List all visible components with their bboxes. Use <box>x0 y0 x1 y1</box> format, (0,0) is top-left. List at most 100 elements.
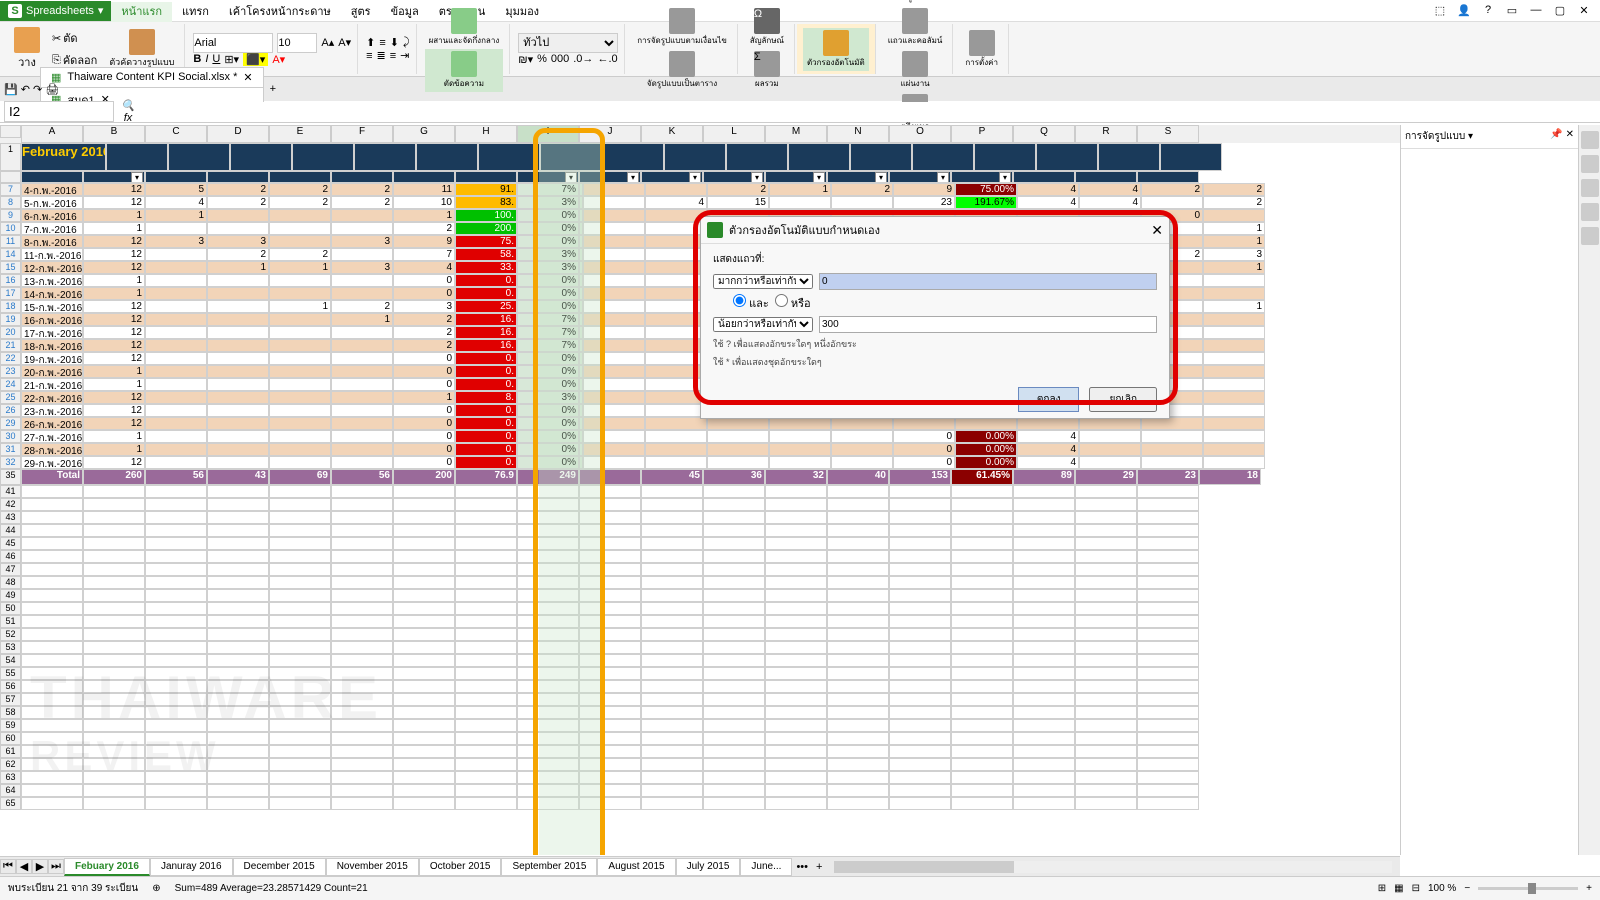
align-right-icon[interactable]: ≡ <box>390 50 396 62</box>
row-header-10[interactable]: 10 <box>0 222 21 235</box>
row-header-29[interactable]: 29 <box>0 417 21 430</box>
filter-val1-input[interactable] <box>819 273 1157 290</box>
cell[interactable]: 29-ก.พ.-2016 <box>21 456 83 469</box>
row-header-32[interactable]: 32 <box>0 456 21 469</box>
row-header-18[interactable]: 18 <box>0 300 21 313</box>
name-box[interactable] <box>4 101 114 122</box>
sheet-tab-8[interactable]: June... <box>740 858 792 876</box>
sidetool-icon-2[interactable] <box>1581 155 1599 173</box>
col-header-A[interactable]: A <box>21 125 83 143</box>
rowcol-button[interactable]: แถวและคอลัมน์ <box>884 6 947 49</box>
cell[interactable]: 27-ก.พ.-2016 <box>21 430 83 443</box>
row-header-30[interactable]: 30 <box>0 430 21 443</box>
format-painter-button[interactable]: ตัวคัดวางรูปแบบ <box>105 27 178 71</box>
title-cell[interactable]: February 2016 <box>21 143 106 171</box>
zoom-slider[interactable] <box>1478 887 1578 890</box>
filter-dropdown-icon[interactable]: ▾ <box>689 172 701 183</box>
cell[interactable]: 26-ก.พ.-2016 <box>21 417 83 430</box>
underline-button[interactable]: U <box>212 53 220 65</box>
col-header-G[interactable]: G <box>393 125 455 143</box>
row-header-7[interactable]: 7 <box>0 183 21 196</box>
sidepanel-pin-icon[interactable]: 📌 ✕ <box>1550 129 1574 144</box>
cell[interactable]: 13-ก.พ.-2016 <box>21 274 83 287</box>
paste-button[interactable]: วาง <box>10 25 44 73</box>
row-header-17[interactable]: 17 <box>0 287 21 300</box>
align-bot-icon[interactable]: ⬇ <box>390 36 399 49</box>
col-header-L[interactable]: L <box>703 125 765 143</box>
filter-dropdown-icon[interactable]: ▾ <box>875 172 887 183</box>
row-header-11[interactable]: 11 <box>0 235 21 248</box>
cell[interactable]: 6-ก.พ.-2016 <box>21 209 83 222</box>
sheet-more-icon[interactable]: ••• <box>792 861 812 873</box>
col-header-P[interactable]: P <box>951 125 1013 143</box>
sheet-tab-6[interactable]: August 2015 <box>597 858 675 876</box>
cell[interactable]: 14-ก.พ.-2016 <box>21 287 83 300</box>
font-size-select[interactable] <box>277 33 317 53</box>
cell[interactable]: 16-ก.พ.-2016 <box>21 313 83 326</box>
dec-decimal-icon[interactable]: ←.0 <box>597 53 617 65</box>
fx-icon[interactable]: 🔍 fx <box>118 99 138 124</box>
sheet-tab-0[interactable]: Febuary 2016 <box>64 858 150 876</box>
row-header-31[interactable]: 31 <box>0 443 21 456</box>
col-header-Q[interactable]: Q <box>1013 125 1075 143</box>
filter-dropdown-icon[interactable]: ▾ <box>627 172 639 183</box>
align-mid-icon[interactable]: ≡ <box>379 37 385 49</box>
filter-dropdown-icon[interactable]: ▾ <box>565 172 577 183</box>
orientation-icon[interactable]: ⤸ <box>403 36 410 49</box>
indent-icon[interactable]: ⇥ <box>400 49 409 62</box>
win-control-2[interactable]: ? <box>1480 4 1496 17</box>
menu-tab-0[interactable]: หน้าแรก <box>111 2 172 22</box>
cell[interactable]: 19-ก.พ.-2016 <box>21 352 83 365</box>
sheet-tab-2[interactable]: December 2015 <box>233 858 326 876</box>
comma-icon[interactable]: 000 <box>551 53 569 65</box>
increase-font-icon[interactable]: A▴ <box>321 36 334 49</box>
menu-tab-3[interactable]: สูตร <box>341 2 381 22</box>
font-name-select[interactable] <box>193 33 273 53</box>
format-table-button[interactable]: จัดรูปแบบเป็นตาราง <box>633 49 731 92</box>
menu-tab-1[interactable]: แทรก <box>172 2 219 22</box>
symbol-button[interactable]: Ωสัญลักษณ์ <box>746 6 788 49</box>
bold-button[interactable]: B <box>193 53 201 65</box>
cond-format-button[interactable]: การจัดรูปแบบตามเงื่อนไข <box>633 6 731 49</box>
sidetool-icon-5[interactable] <box>1581 227 1599 245</box>
dialog-cancel-button[interactable]: ยกเลิก <box>1089 387 1157 412</box>
sheet-last-icon[interactable]: ⏭ <box>48 859 64 874</box>
italic-button[interactable]: I <box>205 53 208 65</box>
col-header-S[interactable]: S <box>1137 125 1199 143</box>
cell[interactable]: 12-ก.พ.-2016 <box>21 261 83 274</box>
col-header-R[interactable]: R <box>1075 125 1137 143</box>
cell[interactable]: 8-ก.พ.-2016 <box>21 235 83 248</box>
col-header-J[interactable]: J <box>579 125 641 143</box>
number-format-select[interactable]: ทั่วไป <box>518 33 618 53</box>
filter-op1-select[interactable]: มากกว่าหรือเท่ากับ <box>713 274 813 289</box>
filter-dropdown-icon[interactable]: ▾ <box>937 172 949 183</box>
cell[interactable]: 4-ก.พ.-2016 <box>21 183 83 196</box>
app-brand[interactable]: S Spreadsheets ▾ <box>0 1 111 21</box>
filter-dropdown-icon[interactable]: ▾ <box>131 172 143 183</box>
win-control-6[interactable]: ✕ <box>1576 4 1592 17</box>
row-header-24[interactable]: 24 <box>0 378 21 391</box>
win-control-4[interactable]: — <box>1528 4 1544 17</box>
or-radio[interactable]: หรือ <box>775 294 811 312</box>
col-header-F[interactable]: F <box>331 125 393 143</box>
align-left-icon[interactable]: ≡ <box>366 50 372 62</box>
row-header-14[interactable]: 14 <box>0 248 21 261</box>
sum-button[interactable]: Σผลรวม <box>746 49 788 92</box>
view-normal-icon[interactable]: ⊞ <box>1378 883 1386 894</box>
sheet-first-icon[interactable]: ⏮ <box>0 859 16 874</box>
undo-icon[interactable]: ↶ <box>21 84 30 96</box>
row-header-15[interactable]: 15 <box>0 261 21 274</box>
zoom-out-icon[interactable]: − <box>1464 883 1470 894</box>
fill-color-button[interactable]: ⬛▾ <box>243 53 268 66</box>
col-header-C[interactable]: C <box>145 125 207 143</box>
win-control-3[interactable]: ▭ <box>1504 4 1520 17</box>
add-tab-icon[interactable]: + <box>264 83 282 95</box>
row-header-8[interactable]: 8 <box>0 196 21 209</box>
col-header-K[interactable]: K <box>641 125 703 143</box>
row-header-1[interactable]: 1 <box>0 143 21 171</box>
wrap-button[interactable]: ตัดข้อความ <box>425 49 504 92</box>
win-control-1[interactable]: 👤 <box>1456 4 1472 17</box>
filter-val2-input[interactable] <box>819 316 1157 333</box>
row-header-23[interactable]: 23 <box>0 365 21 378</box>
save-icon[interactable]: 💾 <box>4 84 18 96</box>
